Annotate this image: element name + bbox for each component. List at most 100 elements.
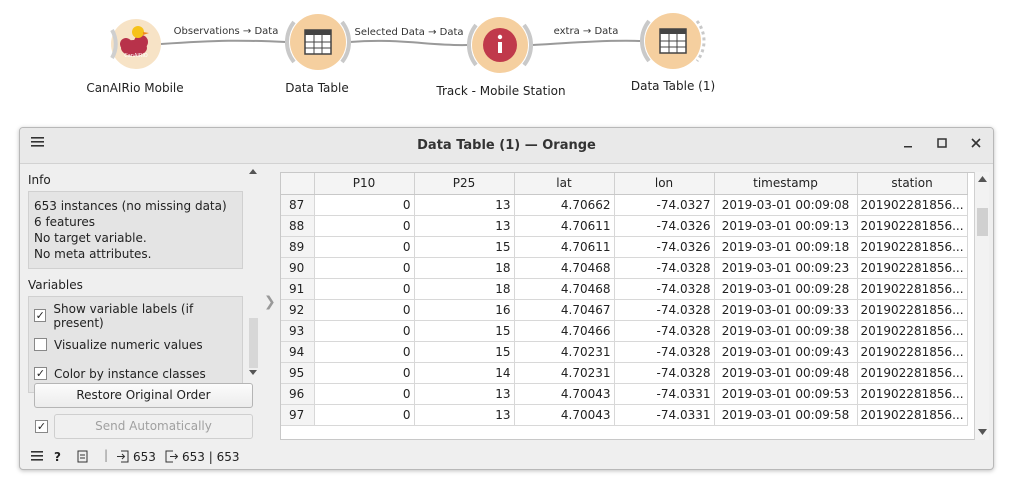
table-scrollbar[interactable] (974, 172, 989, 440)
table-cell: 2019-03-01 00:09:28 (714, 278, 858, 300)
show-variable-labels-option[interactable]: ✓ Show variable labels (if present) (34, 301, 237, 330)
node-label-track[interactable]: Track - Mobile Station (436, 84, 565, 98)
table-cell: -74.0327 (614, 194, 715, 216)
help-icon[interactable]: ? (54, 450, 61, 464)
hamburger-icon[interactable] (31, 450, 44, 465)
checkbox-unchecked[interactable] (34, 338, 47, 351)
visualize-numeric-option[interactable]: Visualize numeric values (34, 330, 237, 359)
link-label-selected: Selected Data → Data (354, 27, 464, 38)
send-automatically-button[interactable]: Send Automatically (54, 414, 253, 439)
table-cell: -74.0328 (614, 278, 715, 300)
table-cell: 2019-03-01 00:09:23 (714, 257, 858, 279)
table-cell: 14 (414, 362, 515, 384)
table-cell: 0 (314, 257, 415, 279)
table-cell: 13 (414, 383, 515, 405)
info-line: 6 features (34, 215, 96, 229)
scroll-down-icon (249, 370, 257, 375)
table-cell: 0 (314, 404, 415, 426)
table-cell: 4.70662 (514, 194, 615, 216)
table-row[interactable]: 94 0 15 4.70231 -74.0328 2019-03-01 00:09:43 2… (281, 341, 968, 363)
table-cell: 201902281856... (857, 257, 968, 279)
panel-scrollbar[interactable] (246, 168, 260, 378)
link-label-extra: extra → Data (553, 26, 619, 37)
send-auto-checkbox[interactable]: ✓ (35, 420, 48, 433)
table-cell: 4.70231 (514, 341, 615, 363)
row-number[interactable]: 91 (281, 278, 315, 300)
node-label-data-table-1[interactable]: Data Table (1) (631, 79, 715, 93)
table-cell: 201902281856... (857, 215, 968, 237)
table-cell: 4.70466 (514, 320, 615, 342)
table-cell: 13 (414, 404, 515, 426)
table-row[interactable]: 96 0 13 4.70043 -74.0331 2019-03-01 00:09:53 2… (281, 383, 968, 405)
row-number[interactable]: 92 (281, 299, 315, 321)
output-icon (165, 450, 179, 466)
table-icon (284, 14, 352, 70)
table-cell: 0 (314, 194, 415, 216)
column-header[interactable]: station (857, 173, 968, 195)
column-header[interactable] (281, 173, 315, 195)
table-cell: 2019-03-01 00:09:33 (714, 299, 858, 321)
row-number[interactable]: 90 (281, 257, 315, 279)
table-cell: 201902281856... (857, 362, 968, 384)
table-cell: -74.0328 (614, 362, 715, 384)
table-cell: 18 (414, 257, 515, 279)
table-cell: 2019-03-01 00:09:53 (714, 383, 858, 405)
table-cell: 4.70231 (514, 362, 615, 384)
report-icon[interactable] (77, 450, 88, 466)
row-number[interactable]: 89 (281, 236, 315, 258)
table-row[interactable]: 89 0 15 4.70611 -74.0326 2019-03-01 00:09:18 2… (281, 236, 968, 258)
window-titlebar[interactable]: Data Table (1) — Orange (20, 128, 993, 164)
table-row[interactable]: 88 0 13 4.70611 -74.0326 2019-03-01 00:09:13 2… (281, 215, 968, 237)
table-row[interactable]: 93 0 15 4.70466 -74.0328 2019-03-01 00:09:38 2… (281, 320, 968, 342)
column-header[interactable]: timestamp (714, 173, 858, 195)
restore-order-button[interactable]: Restore Original Order (34, 383, 253, 408)
table-row[interactable]: 90 0 18 4.70468 -74.0328 2019-03-01 00:09:23 2… (281, 257, 968, 279)
table-cell: -74.0326 (614, 236, 715, 258)
row-number[interactable]: 96 (281, 383, 315, 405)
row-number[interactable]: 94 (281, 341, 315, 363)
checkbox-checked[interactable]: ✓ (34, 367, 47, 380)
table-row[interactable]: 97 0 13 4.70043 -74.0331 2019-03-01 00:09:58 2… (281, 404, 968, 426)
scroll-up-icon (978, 176, 987, 182)
close-icon[interactable] (966, 136, 986, 156)
table-row[interactable]: 91 0 18 4.70468 -74.0328 2019-03-01 00:09:28 2… (281, 278, 968, 300)
data-table[interactable]: P10 P25 lat lon timestamp station 87 0 13 4… (280, 172, 989, 440)
variables-title: Variables (28, 278, 83, 292)
row-number[interactable]: 87 (281, 194, 315, 216)
info-line: 653 instances (no missing data) (34, 199, 227, 213)
table-cell: 2019-03-01 00:09:43 (714, 341, 858, 363)
row-number[interactable]: 93 (281, 320, 315, 342)
row-number[interactable]: 88 (281, 215, 315, 237)
table-row[interactable]: 92 0 16 4.70467 -74.0328 2019-03-01 00:09:33 2… (281, 299, 968, 321)
table-cell: 201902281856... (857, 299, 968, 321)
table-cell: 201902281856... (857, 194, 968, 216)
table-cell: 4.70467 (514, 299, 615, 321)
info-line: No meta attributes. (34, 247, 152, 261)
data-table-window: Data Table (1) — Orange Info 653 instanc… (19, 127, 994, 470)
table-row[interactable]: 95 0 14 4.70231 -74.0328 2019-03-01 00:09:48 2… (281, 362, 968, 384)
minimize-icon[interactable] (898, 136, 918, 156)
table-cell: 4.70468 (514, 257, 615, 279)
column-header[interactable]: P10 (314, 173, 415, 195)
node-label-canairio[interactable]: CanAIRio Mobile (86, 81, 183, 95)
column-header[interactable]: P25 (414, 173, 515, 195)
column-header[interactable]: lon (614, 173, 715, 195)
checkbox-checked[interactable]: ✓ (34, 309, 47, 322)
maximize-icon[interactable] (932, 136, 952, 156)
chevron-right-icon[interactable]: ❯ (264, 294, 276, 310)
output-count: 653 | 653 (182, 450, 240, 464)
option-label: Color by instance classes (54, 366, 206, 381)
table-cell: 0 (314, 278, 415, 300)
column-header[interactable]: lat (514, 173, 615, 195)
duck-cloud-icon: CanAIRIO (110, 19, 161, 69)
table-cell: 201902281856... (857, 341, 968, 363)
table-row[interactable]: 87 0 13 4.70662 -74.0327 2019-03-01 00:09:08 2… (281, 194, 968, 216)
table-cell: 2019-03-01 00:09:38 (714, 320, 858, 342)
table-cell: 0 (314, 383, 415, 405)
row-number[interactable]: 95 (281, 362, 315, 384)
table-icon (639, 13, 706, 69)
table-cell: 2019-03-01 00:09:58 (714, 404, 858, 426)
row-number[interactable]: 97 (281, 404, 315, 426)
node-label-data-table[interactable]: Data Table (285, 81, 349, 95)
table-cell: -74.0328 (614, 257, 715, 279)
